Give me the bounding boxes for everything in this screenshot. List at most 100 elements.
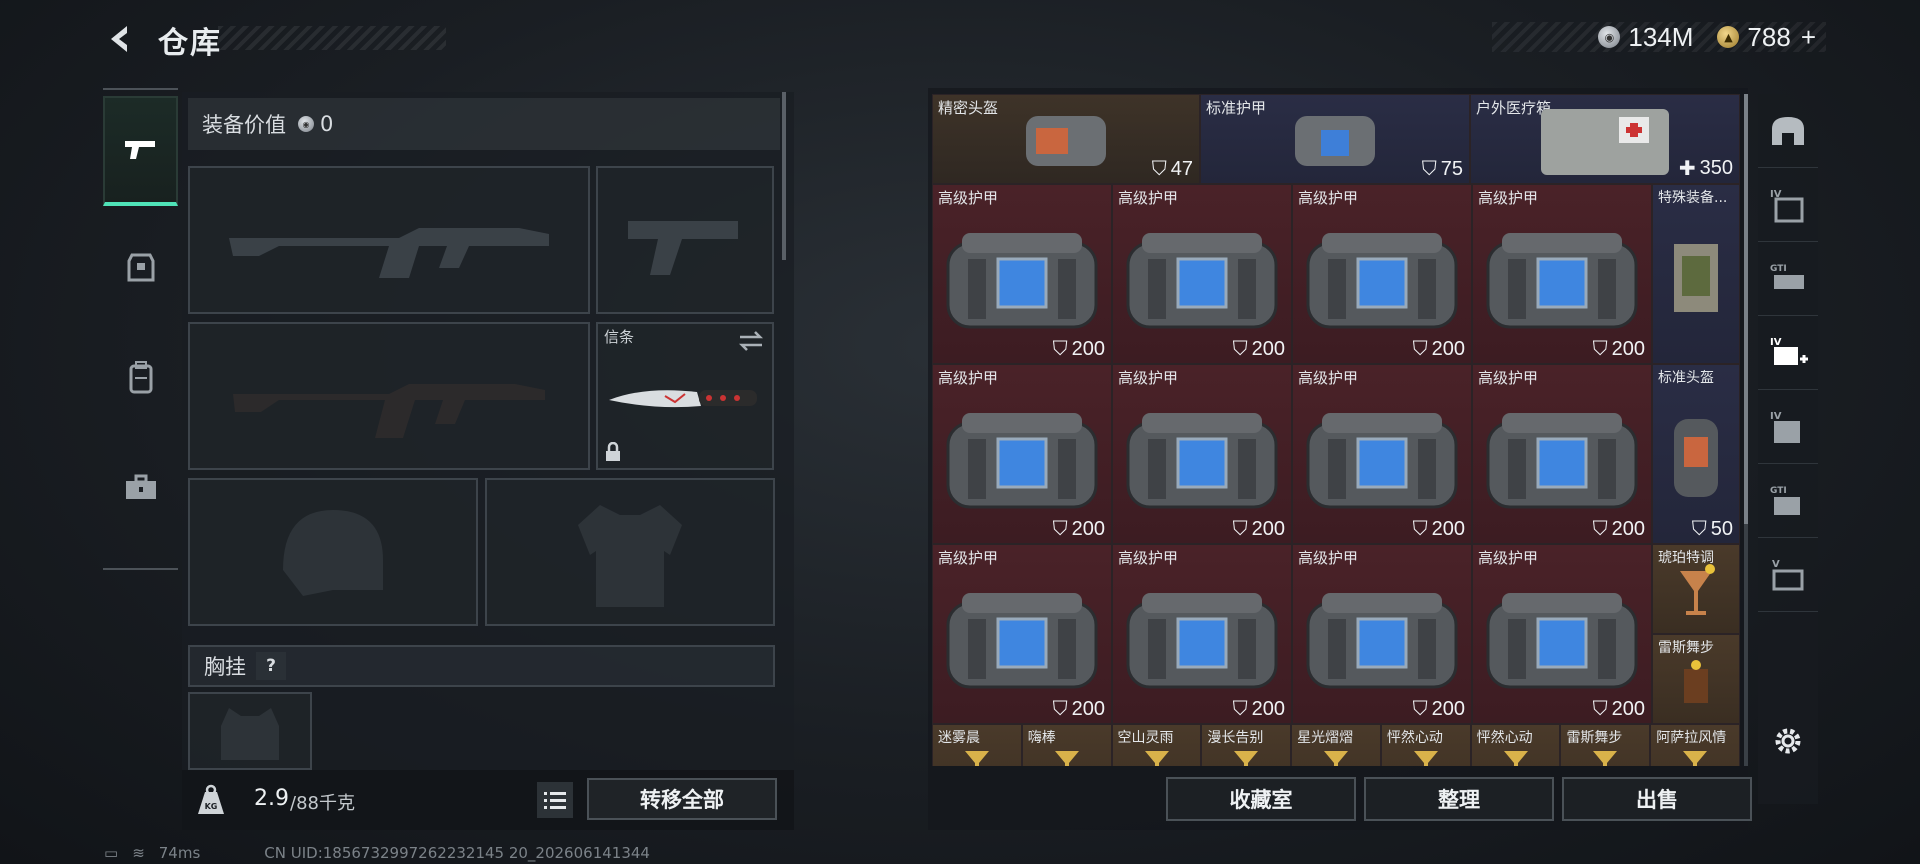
inventory-item[interactable]: 雷斯舞步 (1652, 634, 1740, 724)
settings-button[interactable] (1758, 614, 1818, 764)
item-name: 怦然心动 (1386, 730, 1443, 746)
inventory-item[interactable]: 迷雾晨 (932, 724, 1022, 766)
inventory-item[interactable]: 怦然心动 (1470, 724, 1561, 766)
inventory-item[interactable]: 阿萨拉风情 (1650, 724, 1740, 766)
filter-rig-b[interactable]: GTI (1758, 464, 1818, 538)
cocktail-icon (965, 751, 989, 766)
armor-vest-icon (127, 253, 154, 282)
equipment-category-nav (103, 88, 178, 570)
inventory-item[interactable]: 漫长告别 (1201, 724, 1292, 766)
inventory-item[interactable]: 高级护甲 ⛉ 200 (1112, 544, 1292, 724)
inventory-item[interactable]: 标准头盔 ⛉ 50 (1652, 364, 1740, 544)
weight-icon: KG (198, 784, 224, 814)
nav-backpack-tab[interactable] (103, 322, 178, 432)
filter-helmet[interactable] (1758, 94, 1818, 168)
inventory-item[interactable]: 星光熠熠 (1291, 724, 1381, 766)
inventory-item[interactable]: 高级护甲 ⛉ 200 (1472, 544, 1652, 724)
add-armor-icon: IV (1770, 337, 1808, 365)
inventory-item[interactable]: 标准护甲 ⛉ 75 (1200, 94, 1470, 184)
filter-armor-4[interactable]: IV (1758, 168, 1818, 242)
item-durability: ⛉ 200 (1592, 338, 1645, 360)
filter-rig[interactable]: GTI (1758, 242, 1818, 316)
item-name: 高级护甲 (1298, 189, 1359, 207)
plus-icon: ✚ (1678, 158, 1696, 180)
list-view-button[interactable] (537, 782, 573, 818)
inventory-item[interactable]: 高级护甲 ⛉ 200 (932, 184, 1112, 364)
inventory-item[interactable]: 高级护甲 ⛉ 200 (1292, 184, 1472, 364)
rig-filter-icon: GTI (1770, 486, 1800, 515)
shield-icon: ⛉ (1052, 338, 1068, 360)
primary-weapon-slot[interactable] (188, 166, 590, 314)
inventory-item[interactable]: 怦然心动 (1380, 724, 1471, 766)
armor-bag-icon (1306, 412, 1458, 509)
item-name: 精密头盔 (938, 99, 999, 117)
nav-helmet-tab[interactable] (103, 212, 178, 322)
sort-button[interactable]: 整理 (1364, 777, 1554, 821)
helmet-slot[interactable] (188, 478, 478, 626)
sell-button[interactable]: 出售 (1562, 777, 1752, 821)
inventory-item[interactable]: 高级护甲 ⛉ 200 (1472, 364, 1652, 544)
armor-bag-icon (1486, 232, 1638, 329)
page-title: 仓库 (158, 26, 222, 61)
shield-icon: ⛉ (1232, 518, 1248, 540)
filter-misc[interactable]: V (1758, 538, 1818, 612)
item-durability: ⛉ 200 (1412, 518, 1465, 540)
item-durability: ⛉ 47 (1151, 158, 1193, 180)
filter-armor-4b[interactable]: IV (1758, 390, 1818, 464)
inventory-item[interactable]: 空山灵雨 (1111, 724, 1202, 766)
melee-slot[interactable]: 信条 (596, 322, 774, 470)
inventory-item[interactable]: 琥珀特调 (1652, 544, 1740, 634)
item-name: 高级护甲 (1298, 549, 1359, 567)
inventory-item[interactable]: 高级护甲 ⛉ 200 (932, 544, 1112, 724)
armor-item-icon (1295, 115, 1375, 166)
help-button[interactable]: ? (256, 652, 286, 680)
shield-icon: ⛉ (1412, 338, 1428, 360)
inventory-item[interactable]: 户外医疗箱 ✚ 350 (1470, 94, 1740, 184)
add-currency-button[interactable]: + (1801, 22, 1816, 53)
body-armor-slot[interactable] (485, 478, 775, 626)
inventory-scrollbar-thumb[interactable] (1744, 94, 1748, 524)
inventory-item[interactable]: 高级护甲 ⛉ 200 (932, 364, 1112, 544)
shield-icon: ⛉ (1412, 518, 1428, 540)
svg-text:GTI: GTI (1770, 264, 1787, 274)
transfer-all-button[interactable]: 转移全部 (587, 778, 777, 820)
inventory-item[interactable]: 高级护甲 ⛉ 200 (1112, 184, 1292, 364)
equipment-value: 0 (320, 112, 334, 136)
item-name: 迷雾晨 (938, 730, 980, 746)
secondary-weapon-slot[interactable] (188, 322, 590, 470)
battery-icon: ▭ (104, 844, 119, 862)
rig-filter-icon: GTI (1770, 264, 1804, 289)
list-icon (544, 792, 566, 809)
inventory-item[interactable]: 特殊装备... (1652, 184, 1740, 364)
helmet-item-icon (1674, 418, 1718, 497)
melee-slot-label: 信条 (604, 328, 635, 346)
armor-bag-icon (1126, 412, 1278, 509)
rifle-silhouette-icon (229, 227, 549, 278)
armor-silhouette-icon (578, 504, 682, 607)
back-button[interactable] (100, 18, 140, 60)
collection-button[interactable]: 收藏室 (1166, 777, 1356, 821)
inventory-item[interactable]: 嗨棒 (1021, 724, 1112, 766)
filter-add-armor[interactable]: IV (1758, 316, 1818, 390)
inventory-item[interactable]: 雷斯舞步 (1560, 724, 1651, 766)
inventory-item[interactable]: 高级护甲 ⛉ 200 (1472, 184, 1652, 364)
chest-rig-slot[interactable] (188, 692, 312, 770)
nav-toolbox-tab[interactable] (103, 432, 178, 542)
shield-icon: ⛉ (1691, 518, 1707, 540)
inventory-item[interactable]: 高级护甲 ⛉ 200 (1292, 544, 1472, 724)
shield-icon: ⛉ (1592, 338, 1608, 360)
item-name: 雷斯舞步 (1566, 730, 1623, 746)
inventory-item[interactable]: 高级护甲 ⛉ 200 (1112, 364, 1292, 544)
cocktail-icon (1503, 751, 1528, 766)
shield-icon: ⛉ (1592, 518, 1608, 540)
inventory-item[interactable]: 高级护甲 ⛉ 200 (1292, 364, 1472, 544)
item-name: 高级护甲 (1478, 369, 1539, 387)
inventory-item[interactable]: 精密头盔 ⛉ 47 (932, 94, 1200, 184)
sidearm-slot[interactable] (596, 166, 774, 314)
shield-icon: ⛉ (1592, 698, 1608, 720)
armor-bag-icon (1486, 592, 1638, 689)
equipment-scrollbar[interactable] (782, 92, 786, 260)
svg-text:IV: IV (1770, 337, 1782, 348)
nav-weapons-tab[interactable] (103, 96, 178, 206)
swap-icon[interactable] (738, 330, 764, 352)
